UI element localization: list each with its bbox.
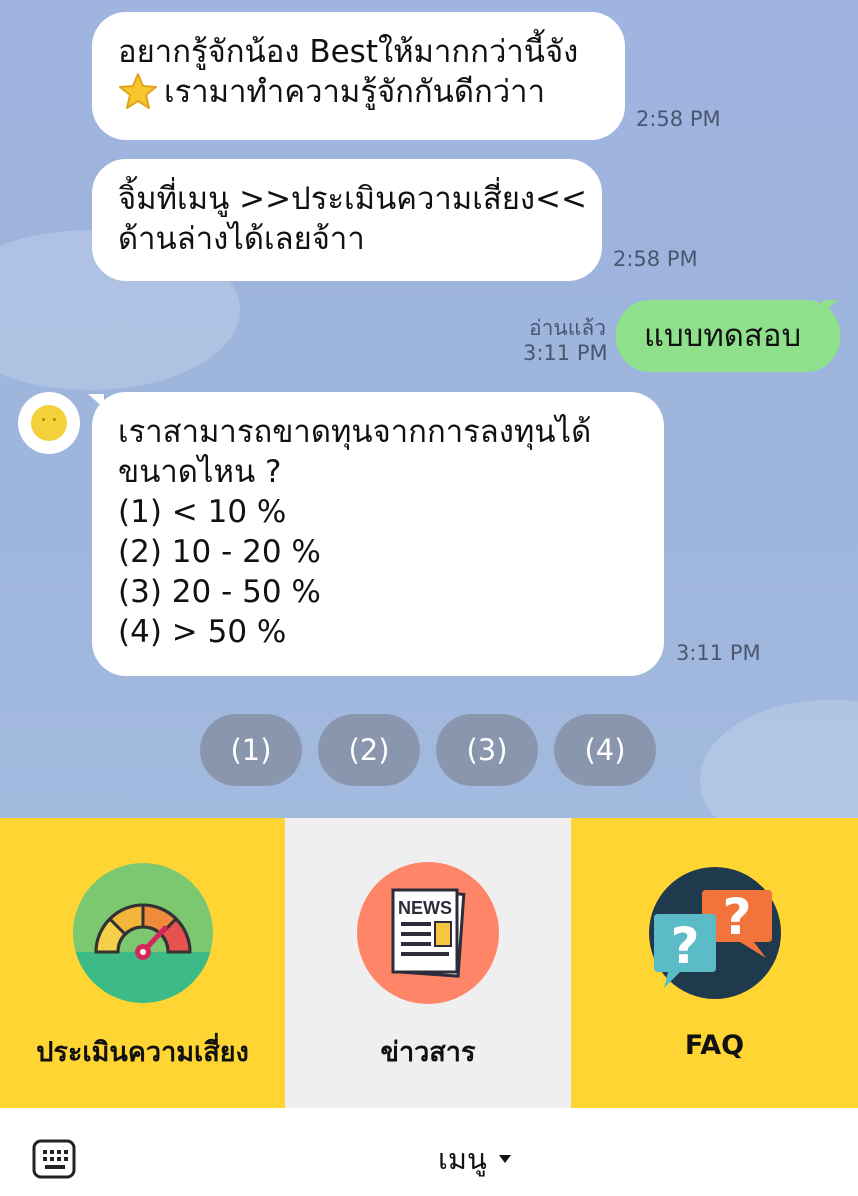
message-time: 2:58 PM — [636, 107, 721, 131]
caret-down-icon — [498, 1155, 511, 1163]
chat-area[interactable]: อยากรู้จักน้อง Bestให้มากกว่านี้จัง เราม… — [0, 0, 858, 818]
question-mark-blue: ? — [670, 917, 699, 975]
message-text: ด้านล่างได้เลยจ้าา — [118, 221, 365, 257]
quick-reply-2[interactable]: (2) — [318, 714, 420, 786]
message-text: (2) 10 - 20 % — [118, 534, 321, 570]
news-icon: NEWS — [357, 862, 499, 1004]
message-text: (4) > 50 % — [118, 614, 287, 650]
message-time: 3:11 PM — [523, 341, 608, 365]
question-icon: ? ? — [648, 867, 781, 999]
message-text: (3) 20 - 50 % — [118, 574, 321, 610]
message-text: จิ้มที่เมนู >>ประเมินความเสี่ยง<< — [118, 181, 588, 217]
message-text: เรามาทำความรู้จักกันดีกว่าา — [164, 74, 545, 110]
message-bubble-incoming[interactable]: จิ้มที่เมนู >>ประเมินความเสี่ยง<< ด้านล่… — [92, 159, 602, 281]
menu-label: FAQ — [684, 1030, 745, 1061]
message-text: เราสามารถขาดทุนจากการลงทุนได้ — [118, 414, 592, 450]
keyboard-icon[interactable] — [32, 1139, 76, 1179]
menu-label: ข่าวสาร — [380, 1037, 476, 1068]
message-text: ขนาดไหน ? — [118, 454, 282, 490]
background-cloud — [700, 700, 858, 818]
message-text: (1) < 10 % — [118, 494, 287, 530]
quick-reply-4[interactable]: (4) — [554, 714, 656, 786]
message-text: อยากรู้จักน้อง Bestให้มากกว่านี้จัง — [118, 34, 579, 70]
message-bubble-incoming[interactable]: อยากรู้จักน้อง Bestให้มากกว่านี้จัง เราม… — [92, 12, 625, 140]
quick-reply-3[interactable]: (3) — [436, 714, 538, 786]
avatar[interactable] — [18, 392, 80, 454]
rich-menu: ประเมินความเสี่ยง NEWS ข่าวสาร ? ? FAQ — [0, 818, 858, 1108]
avatar-face-icon — [31, 405, 67, 441]
menu-toggle-button[interactable]: เมนู — [438, 1136, 511, 1182]
menu-label: ประเมินความเสี่ยง — [36, 1037, 249, 1068]
news-icon-text: NEWS — [398, 898, 452, 918]
menu-item-faq[interactable]: ? ? FAQ — [571, 818, 858, 1108]
message-bubble-outgoing[interactable]: แบบทดสอบ — [616, 300, 840, 372]
quick-reply-1[interactable]: (1) — [200, 714, 302, 786]
menu-item-risk-assessment[interactable]: ประเมินความเสี่ยง — [0, 818, 285, 1108]
gauge-icon — [72, 863, 213, 1003]
bottom-bar: เมนู — [0, 1108, 858, 1196]
message-time: 3:11 PM — [676, 641, 761, 665]
bubble-tail — [822, 300, 838, 314]
message-text: แบบทดสอบ — [644, 318, 802, 354]
message-time: 2:58 PM — [613, 247, 698, 271]
menu-toggle-label: เมนู — [438, 1142, 487, 1176]
question-mark-orange: ? — [722, 888, 751, 946]
menu-item-news[interactable]: NEWS ข่าวสาร — [285, 818, 571, 1108]
star-icon — [119, 73, 157, 109]
message-bubble-incoming[interactable]: เราสามารถขาดทุนจากการลงทุนได้ ขนาดไหน ? … — [92, 392, 664, 676]
